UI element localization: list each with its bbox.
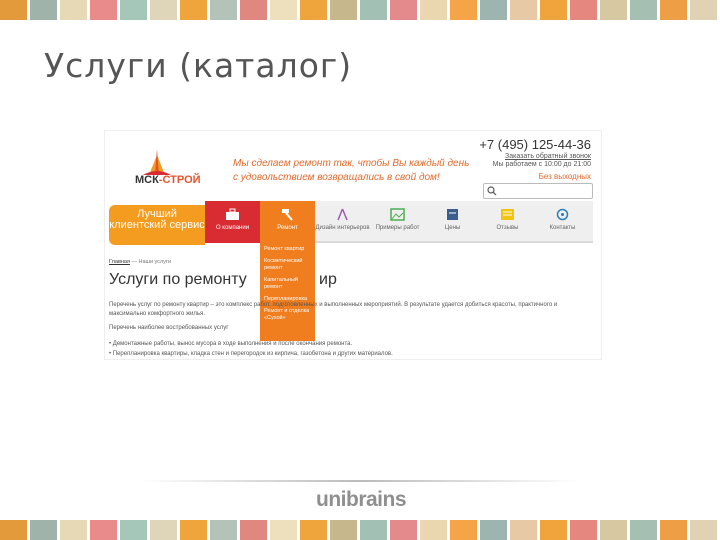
stripe-segment (480, 0, 510, 20)
stripe-segment (570, 0, 600, 20)
image-icon (390, 208, 405, 221)
stripe-segment (150, 0, 180, 20)
list-item: • Демонтажные работы, вынос мусора в ход… (109, 341, 353, 347)
stripe-segment (60, 0, 90, 20)
brand-logo: unibrains (316, 488, 407, 511)
stripe-segment (180, 520, 210, 540)
slogan: Мы сделаем ремонт так, чтобы Вы каждый д… (233, 158, 470, 183)
stripe-segment (300, 0, 330, 20)
stripe-segment (270, 520, 300, 540)
stripe-segment (450, 0, 480, 20)
stripe-segment (600, 520, 630, 540)
nav-item-prices[interactable]: Цены (425, 201, 480, 243)
stripe-segment (360, 0, 390, 20)
weekend-note: Без выходных (538, 172, 591, 181)
main-nav: О компании Ремонт Дизайн интерьеров Прим… (205, 201, 593, 243)
slide-title: Услуги (каталог) (44, 46, 353, 85)
stripe-segment (0, 520, 30, 540)
stripe-segment (480, 520, 510, 540)
stripe-segment (90, 0, 120, 20)
location-icon (556, 208, 569, 221)
bottom-color-stripe (0, 520, 720, 540)
stripe-segment (420, 520, 450, 540)
stripe-segment (390, 0, 420, 20)
stripe-segment (690, 0, 720, 20)
stripe-segment (360, 520, 390, 540)
stripe-segment (30, 520, 60, 540)
callback-link[interactable]: Заказать обратный звонок (505, 153, 591, 160)
search-input[interactable] (483, 183, 593, 199)
services-subheading: Перечень наиболее востребованных услуг (109, 325, 229, 331)
stripe-segment (510, 520, 540, 540)
stripe-segment (600, 0, 630, 20)
nav-item-works[interactable]: Примеры работ (370, 201, 425, 243)
stripe-segment (660, 520, 690, 540)
stripe-segment (120, 0, 150, 20)
stripe-segment (510, 0, 540, 20)
stripe-segment (540, 520, 570, 540)
stripe-segment (150, 520, 180, 540)
stripe-segment (420, 0, 450, 20)
stripe-segment (210, 0, 240, 20)
page-title: Услуги по ремонту (109, 271, 247, 288)
stripe-segment (390, 520, 420, 540)
promo-badge: Лучший клиентский сервис (109, 205, 205, 245)
stripe-segment (120, 520, 150, 540)
pricetag-icon (447, 209, 458, 220)
stripe-segment (0, 0, 30, 20)
stripe-segment (660, 0, 690, 20)
stripe-segment (300, 520, 330, 540)
stripe-segment (240, 520, 270, 540)
stripe-segment (330, 0, 360, 20)
stripe-segment (630, 0, 660, 20)
intro-paragraph: Перечень услуг по ремонту квартир – это … (109, 302, 558, 317)
stripe-segment (330, 520, 360, 540)
stripe-segment (540, 0, 570, 20)
stripe-segment (210, 520, 240, 540)
stripe-segment (270, 0, 300, 20)
compass-icon (337, 208, 348, 221)
stripe-segment (30, 0, 60, 20)
search-icon (487, 186, 497, 196)
stripe-segment (90, 520, 120, 540)
footer-divider (140, 480, 580, 482)
hammer-icon (282, 209, 293, 221)
reviews-icon (501, 209, 514, 220)
stripe-segment (570, 520, 600, 540)
stripe-segment (630, 520, 660, 540)
dropdown-item[interactable]: Капитальный ремонт (264, 277, 311, 291)
nav-item-repair[interactable]: Ремонт (260, 201, 315, 243)
briefcase-icon (226, 208, 239, 220)
logo-text[interactable]: МСК-СТРОЙ (135, 174, 201, 186)
phone-number: +7 (495) 125-44-36 (479, 137, 591, 152)
website-screenshot: МСК-СТРОЙ Мы сделаем ремонт так, чтобы В… (104, 130, 602, 360)
stripe-segment (180, 0, 210, 20)
breadcrumb-home-link[interactable]: Главная (109, 259, 130, 265)
nav-item-about[interactable]: О компании (205, 201, 260, 243)
dropdown-item[interactable]: Косметический ремонт (264, 258, 311, 272)
breadcrumb: Главная — Наши услуги (109, 259, 172, 265)
nav-item-design[interactable]: Дизайн интерьеров (315, 201, 370, 243)
stripe-segment (60, 520, 90, 540)
list-item: • Перепланировка квартиры, кладка стен и… (109, 351, 393, 357)
services-list: • Демонтажные работы, вынос мусора в ход… (109, 339, 393, 359)
nav-item-contacts[interactable]: Контакты (535, 201, 590, 243)
stripe-segment (690, 520, 720, 540)
nav-item-reviews[interactable]: Отзывы (480, 201, 535, 243)
page-title-tail: ир (319, 271, 337, 288)
top-color-stripe (0, 0, 720, 20)
repair-dropdown-menu: Ремонт квартир Косметический ремонт Капи… (260, 243, 315, 341)
stripe-segment (240, 0, 270, 20)
dropdown-item[interactable]: Ремонт квартир (264, 246, 311, 253)
work-hours: Мы работаем с 10:00 до 21:00 (492, 161, 591, 168)
stripe-segment (450, 520, 480, 540)
